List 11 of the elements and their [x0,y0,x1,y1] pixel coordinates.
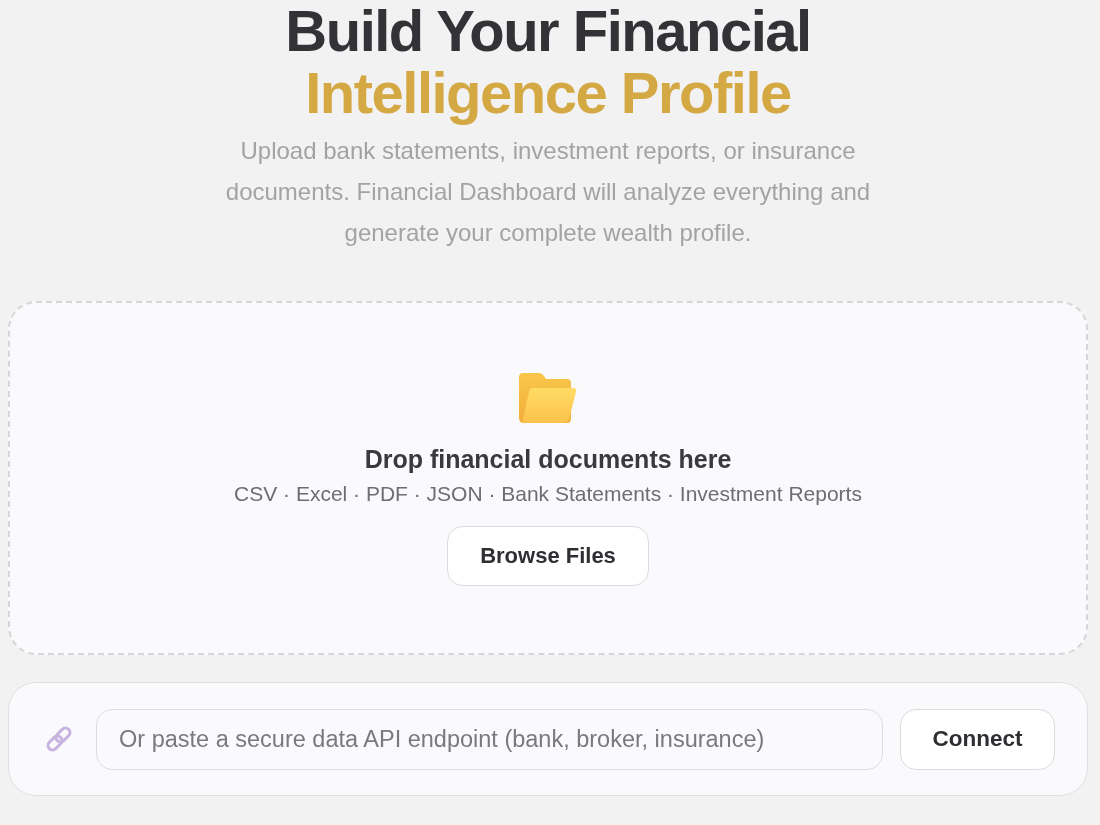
file-drop-zone[interactable]: Drop financial documents here CSV · Excel · PDF · JSON · Bank Statements · Investment Reports Browse Files [8,301,1088,655]
page-title-highlight: Intelligence Profile [305,62,791,124]
link-icon [44,724,74,754]
folder-icon [519,373,577,423]
supported-formats-text: CSV · Excel · PDF · JSON · Bank Statements · Investment Reports [234,482,862,506]
connect-button[interactable]: Connect [900,708,1055,770]
drop-zone-heading: Drop financial documents here [364,445,732,474]
browse-files-button[interactable]: Browse Files [447,526,649,586]
api-endpoint-input[interactable]: Or paste a secure data API endpoint (bank, broker, insurance) [96,708,883,770]
page-title: Build Your Financial [285,0,811,62]
intro-text: Upload bank statements, investment reports, or insurance documents. Financial Dashboard will analyze everything and generate your complete wealth profile. [224,136,872,248]
